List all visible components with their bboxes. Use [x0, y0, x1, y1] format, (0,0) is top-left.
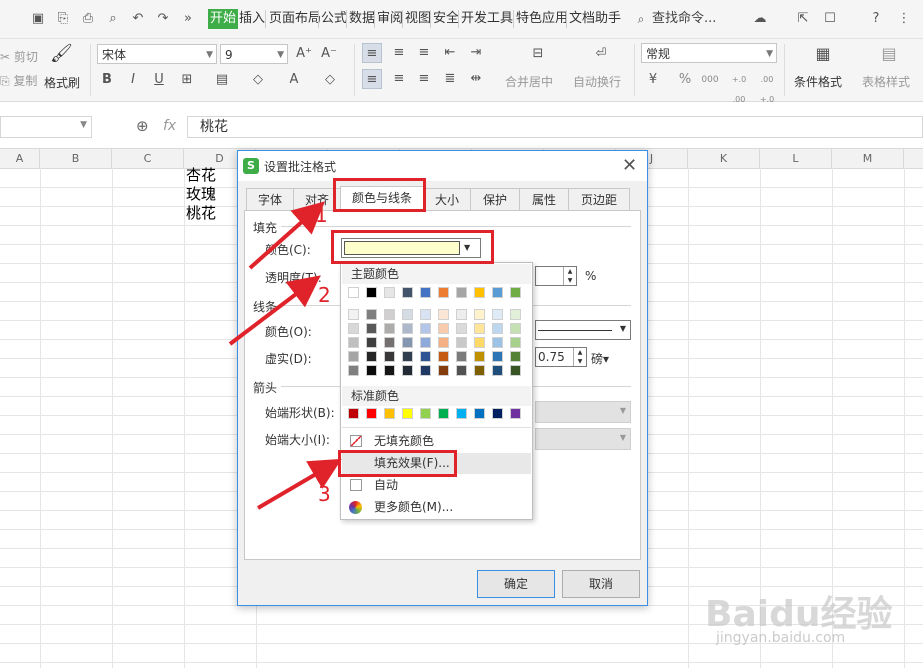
annotation-arrows [228, 201, 342, 510]
step-number-3: 3 [318, 482, 331, 506]
step-number-1: 1 [315, 203, 328, 227]
arrow-2 [228, 275, 321, 346]
arrow-1 [248, 201, 325, 270]
step-number-2: 2 [318, 283, 331, 307]
watermark-url: jingyan.baidu.com [716, 630, 846, 646]
